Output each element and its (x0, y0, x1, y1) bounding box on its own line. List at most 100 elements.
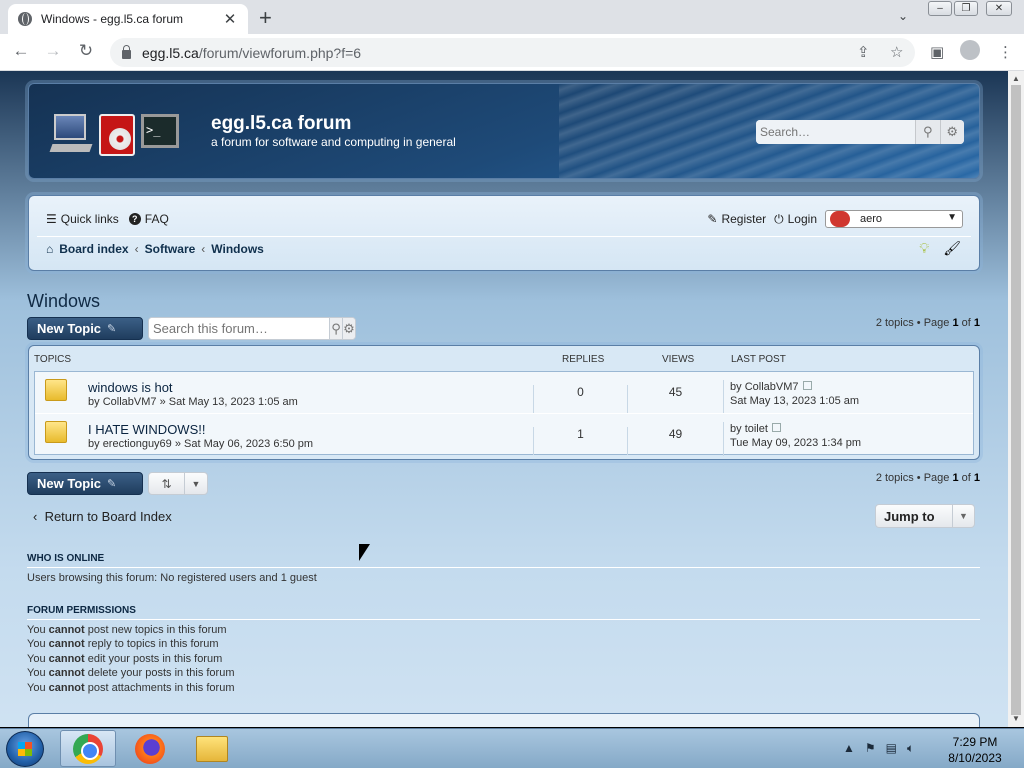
browser-tab[interactable]: Windows - egg.l5.ca forum ✕ (8, 4, 248, 34)
close-tab-icon[interactable]: ✕ (222, 10, 238, 28)
advanced-search-gear-icon[interactable]: ⚙ (939, 120, 964, 144)
return-to-board-link[interactable]: ‹ Return to Board Index (33, 509, 172, 524)
register-link[interactable]: ✎ Register (707, 212, 766, 226)
permission-line: You cannot delete your posts in this for… (27, 667, 235, 680)
pencil-icon: ✎ (107, 478, 117, 490)
jump-to-label: Jump to (884, 508, 935, 524)
topic-author-link[interactable]: CollabVM7 (103, 396, 157, 408)
browser-toolbar: ← → ↻ egg.l5.ca/forum/viewforum.php?f=6 … (0, 34, 1024, 71)
start-button[interactable] (6, 731, 44, 767)
lightbulb-icon[interactable]: 💡︎ (919, 240, 929, 257)
new-tab-button[interactable]: + (259, 5, 272, 31)
tab-strip: Windows - egg.l5.ca forum ✕ + ⌄ – ❐ ✕ (0, 0, 1024, 34)
page-scrollbar[interactable]: ▲ ▼ (1008, 71, 1024, 727)
clock-time: 7:29 PM (952, 735, 998, 749)
show-hidden-icons[interactable]: ▲ (843, 741, 855, 756)
share-icon[interactable]: ⇪ (857, 43, 870, 61)
sort-options-button[interactable]: ⇅ ▼ (148, 472, 208, 495)
tab-search-chevron-icon[interactable]: ⌄ (898, 9, 908, 23)
taskbar-chrome[interactable] (60, 730, 116, 767)
topic-title-link[interactable]: I HATE WINDOWS!! (88, 422, 205, 437)
side-panel-icon[interactable]: ▣ (930, 43, 944, 61)
minimize-button[interactable]: – (928, 1, 952, 16)
forum-search-input[interactable] (149, 318, 329, 339)
chevron-down-icon: ▼ (191, 478, 201, 489)
header-search-input[interactable] (756, 120, 915, 144)
goto-last-post-icon[interactable] (771, 423, 781, 432)
forward-arrow-icon[interactable]: → (42, 41, 64, 61)
taskbar-firefox[interactable] (122, 730, 178, 767)
home-icon: ⌂ (46, 242, 54, 256)
site-description: a forum for software and computing in ge… (211, 135, 456, 149)
theme-value: aero (860, 213, 883, 225)
profile-avatar-icon[interactable] (960, 40, 980, 60)
forum-search: ⚲ ⚙ (148, 317, 356, 340)
chrome-icon (73, 733, 103, 764)
terminal-logo-icon: >_ (141, 114, 179, 148)
scroll-down-icon[interactable]: ▼ (1012, 714, 1020, 723)
theme-select[interactable]: aero ▼ (825, 210, 963, 228)
replies-count: 0 (533, 385, 627, 413)
question-icon: ? (128, 213, 141, 225)
restore-button[interactable]: ❐ (954, 1, 978, 16)
forum-page: >_ egg.l5.ca forum a forum for software … (0, 71, 1008, 727)
keyboard-logo-icon (49, 144, 93, 152)
faq-label: FAQ (144, 212, 169, 226)
jump-to-button[interactable]: Jump to ▼ (875, 504, 975, 528)
lock-icon[interactable] (122, 45, 131, 59)
network-icon[interactable]: ▤ (886, 741, 897, 756)
permission-line: You cannot edit your posts in this forum (27, 652, 223, 665)
scroll-up-icon[interactable]: ▲ (1012, 74, 1020, 83)
last-post-author-link[interactable]: CollabVM7 (745, 381, 799, 393)
permission-line: You cannot post new topics in this forum (27, 624, 227, 636)
login-link[interactable]: ⏻ Login (774, 212, 817, 227)
reload-icon[interactable]: ↻ (75, 41, 97, 61)
clock[interactable]: 7:29 PM 8/10/2023 (940, 734, 1010, 766)
search-icon[interactable]: ⚲ (329, 318, 342, 339)
computer-logo-icon[interactable] (54, 114, 86, 140)
bookmark-star-icon[interactable]: ☆ (890, 43, 903, 61)
permission-line: You cannot post attachments in this foru… (27, 681, 235, 694)
search-icon[interactable]: ⚲ (915, 120, 940, 144)
topic-title-link[interactable]: windows is hot (88, 380, 173, 395)
url-host: egg.l5.ca (142, 44, 199, 61)
action-center-flag-icon[interactable]: ⚑ (865, 741, 876, 756)
forum-permissions-heading: Forum permissions (27, 605, 136, 616)
taskbar: ▲ ⚑ ▤ 🔈︎ 7:29 PM 8/10/2023 (0, 728, 1024, 768)
quick-links-menu[interactable]: ☰ Quick links (46, 212, 119, 226)
globe-icon (18, 12, 32, 26)
pagination-bottom: 2 topics • Page 1 of 1 (875, 472, 980, 484)
topic-author-link[interactable]: erectionguy69 (103, 438, 172, 450)
address-bar[interactable]: egg.l5.ca/forum/viewforum.php?f=6 (110, 38, 915, 67)
page-title[interactable]: Windows (27, 291, 100, 312)
col-topics: Topics (34, 354, 72, 365)
new-topic-button[interactable]: New Topic ✎ (27, 317, 143, 340)
views-count: 49 (627, 427, 723, 455)
topic-meta: by erectionguy69 » Sat May 06, 2023 6:50… (88, 438, 314, 450)
breadcrumb-windows[interactable]: Windows (211, 242, 264, 256)
url-path: /forum/viewforum.php?f=6 (198, 44, 362, 61)
last-post-author-link[interactable]: toilet (745, 423, 768, 435)
pagination-top: 2 topics • Page 1 of 1 (875, 317, 980, 329)
new-topic-button-bottom[interactable]: New Topic ✎ (27, 472, 143, 495)
breadcrumb-software[interactable]: Software (145, 242, 196, 256)
goto-last-post-icon[interactable] (802, 381, 812, 390)
col-views: Views (662, 354, 695, 365)
site-title[interactable]: egg.l5.ca forum (211, 113, 351, 135)
volume-muted-icon[interactable]: 🔈︎ (907, 741, 914, 756)
permissions-list: You cannot post new topics in this forum… (27, 623, 235, 695)
back-arrow-icon[interactable]: ← (10, 41, 32, 61)
power-icon: ⏻ (774, 211, 784, 226)
views-count: 45 (627, 385, 723, 413)
kebab-menu-icon[interactable]: ⋮ (998, 43, 1013, 61)
last-post: by toilet Tue May 09, 2023 1:34 pm (723, 422, 861, 456)
close-window-button[interactable]: ✕ (986, 1, 1012, 16)
cd-logo-icon (99, 114, 135, 156)
topic-meta: by CollabVM7 » Sat May 13, 2023 1:05 am (88, 396, 298, 408)
advanced-search-gear-icon[interactable]: ⚙ (342, 318, 355, 339)
faq-link[interactable]: ? FAQ (128, 212, 169, 226)
breadcrumb-board-index[interactable]: Board index (59, 242, 128, 256)
scrollbar-thumb[interactable] (1011, 85, 1021, 715)
taskbar-explorer[interactable] (184, 730, 240, 767)
paintbrush-icon[interactable]: 🖌︎ (943, 240, 961, 257)
